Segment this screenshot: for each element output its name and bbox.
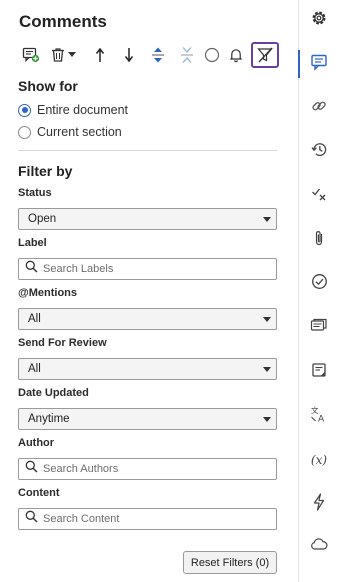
- cloud-icon: [310, 537, 328, 556]
- arrow-up-icon: [94, 47, 106, 63]
- section-divider: [18, 150, 277, 151]
- radio-button-checked[interactable]: [18, 103, 31, 117]
- date-updated-select[interactable]: Anytime: [18, 408, 277, 430]
- collapse-icon: [180, 46, 194, 64]
- author-label: Author: [18, 437, 55, 449]
- filter-off-icon: [257, 47, 273, 63]
- review-value: All: [28, 363, 41, 375]
- mentions-select[interactable]: All: [18, 308, 277, 330]
- rail-comments-button[interactable]: [298, 50, 338, 78]
- chevron-down-icon: [263, 417, 271, 422]
- add-comment-icon: [22, 46, 40, 64]
- search-icon: [25, 260, 38, 278]
- panel-title: Comments: [19, 12, 107, 31]
- search-icon: [25, 510, 38, 528]
- note-icon: [311, 362, 327, 383]
- notifications-button[interactable]: [226, 42, 246, 68]
- chevron-down-icon: [263, 317, 271, 322]
- content-label: Content: [18, 487, 60, 499]
- expand-icon: [151, 46, 165, 64]
- rail-cloud-button[interactable]: [299, 532, 338, 560]
- reset-filters-button[interactable]: Reset Filters (0): [183, 551, 277, 574]
- radio-entire-document[interactable]: Entire document: [18, 101, 128, 119]
- link-icon: [311, 98, 327, 119]
- review-label: Send For Review: [18, 337, 107, 349]
- search-icon: [25, 460, 38, 478]
- rail-tasks-button[interactable]: [299, 270, 338, 298]
- review-select[interactable]: All: [18, 358, 277, 380]
- filter-by-heading: Filter by: [18, 163, 73, 179]
- label-search-input[interactable]: [43, 263, 263, 275]
- rail-attachments-button[interactable]: [299, 226, 338, 254]
- attachment-icon: [312, 229, 326, 252]
- label-filter-label: Label: [18, 237, 47, 249]
- side-rail: 文 A (x): [298, 0, 338, 582]
- check-x-icon: [311, 186, 327, 207]
- next-comment-button[interactable]: [119, 42, 139, 68]
- resolve-toggle-button[interactable]: [203, 42, 221, 68]
- status-value: Open: [28, 213, 57, 225]
- circle-icon: [204, 47, 220, 63]
- content-search-input[interactable]: [43, 513, 263, 525]
- author-search-input[interactable]: [43, 463, 263, 475]
- rail-accept-reject-button[interactable]: [299, 182, 338, 210]
- rail-settings-button[interactable]: [299, 6, 338, 34]
- comment-icon: [310, 53, 328, 76]
- rail-automation-button[interactable]: [299, 490, 338, 518]
- gear-icon: [310, 9, 328, 32]
- status-select[interactable]: Open: [18, 208, 277, 230]
- mentions-value: All: [28, 313, 41, 325]
- rail-notes-button[interactable]: [299, 358, 338, 386]
- chevron-down-icon: [263, 217, 271, 222]
- bell-icon: [228, 47, 244, 63]
- date-updated-value: Anytime: [28, 413, 70, 425]
- previous-comment-button[interactable]: [90, 42, 110, 68]
- svg-text:文: 文: [311, 405, 319, 415]
- rail-cards-button[interactable]: [299, 314, 338, 342]
- history-icon: [310, 141, 328, 163]
- rail-variables-button[interactable]: (x): [299, 446, 338, 474]
- delete-icon: [50, 47, 66, 63]
- expand-all-button[interactable]: [148, 42, 168, 68]
- author-search-field[interactable]: [18, 458, 277, 480]
- delete-menu-button[interactable]: [48, 42, 78, 68]
- radio-button[interactable]: [18, 125, 31, 139]
- label-search-field[interactable]: [18, 258, 277, 280]
- chevron-down-icon: [263, 367, 271, 372]
- cards-icon: [310, 318, 328, 339]
- filter-toggle-button[interactable]: [251, 42, 279, 68]
- comments-panel: Comments Show for Entire document Curren…: [0, 0, 298, 582]
- rail-links-button[interactable]: [299, 94, 338, 122]
- add-comment-button[interactable]: [20, 42, 42, 68]
- content-search-field[interactable]: [18, 508, 277, 530]
- radio-current-section[interactable]: Current section: [18, 123, 122, 141]
- lightning-icon: [312, 492, 326, 516]
- radio-label: Entire document: [37, 103, 129, 117]
- svg-text:A: A: [318, 414, 325, 423]
- arrow-down-icon: [123, 47, 135, 63]
- check-circle-icon: [311, 273, 328, 295]
- date-updated-label: Date Updated: [18, 387, 89, 399]
- rail-history-button[interactable]: [299, 138, 338, 166]
- chevron-down-icon: [68, 52, 76, 58]
- status-label: Status: [18, 187, 52, 199]
- variable-icon: (x): [310, 453, 328, 467]
- translate-icon: 文 A: [310, 405, 328, 428]
- rail-translate-button[interactable]: 文 A: [299, 402, 338, 430]
- mentions-label: @Mentions: [18, 287, 78, 299]
- show-for-heading: Show for: [18, 78, 78, 94]
- radio-label: Current section: [37, 125, 122, 139]
- comments-toolbar: [18, 42, 282, 68]
- collapse-all-button[interactable]: [177, 42, 197, 68]
